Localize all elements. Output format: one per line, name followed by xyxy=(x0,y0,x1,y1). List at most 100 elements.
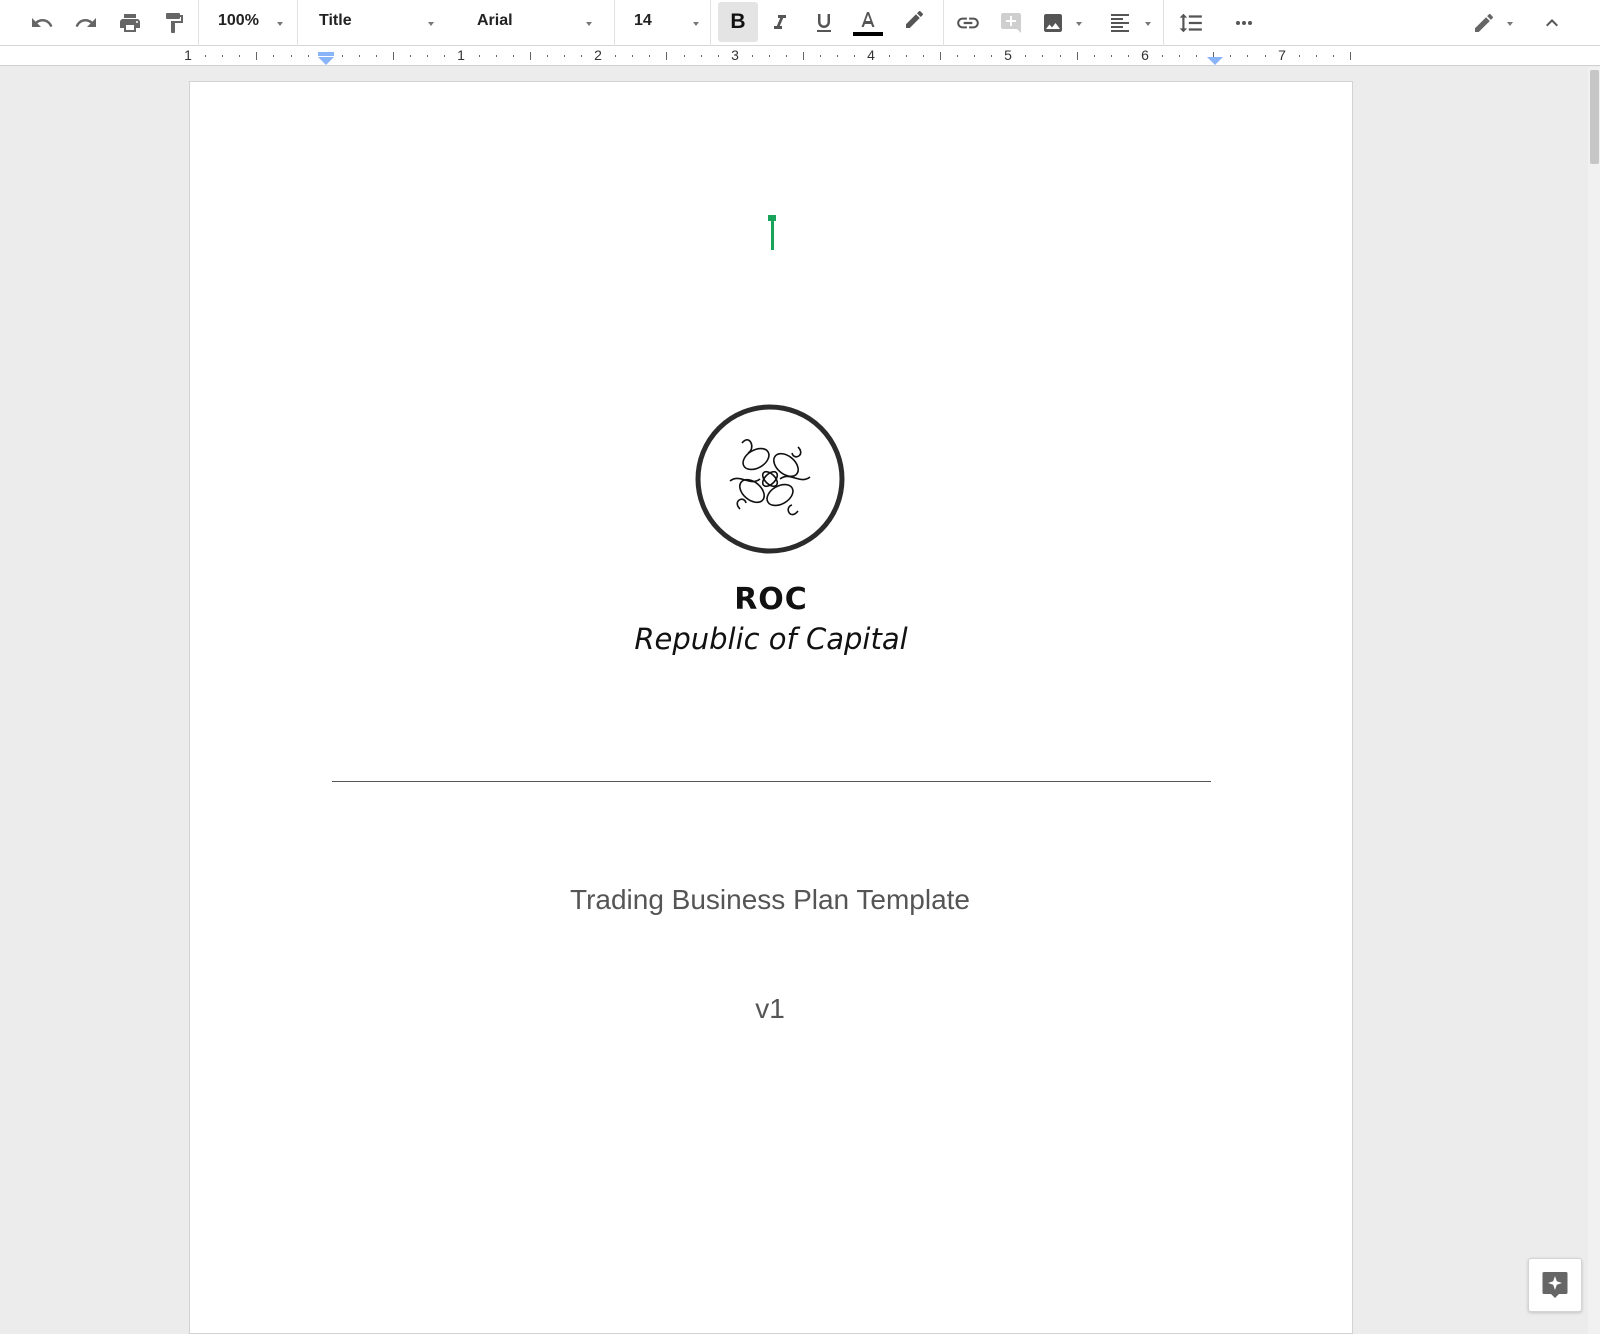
ruler-tick xyxy=(1196,55,1198,57)
insert-image-icon[interactable] xyxy=(1035,0,1071,46)
ruler-tick xyxy=(888,55,890,57)
ruler-tick xyxy=(1059,55,1061,57)
font-select[interactable]: Arial xyxy=(477,0,513,46)
ruler-tick xyxy=(1042,55,1044,57)
link-icon[interactable] xyxy=(950,0,986,46)
ruler-tick xyxy=(478,55,480,57)
ruler-tick xyxy=(512,55,514,57)
explore-icon xyxy=(1542,1272,1568,1298)
first-line-indent-marker[interactable] xyxy=(318,52,334,56)
underline-icon[interactable] xyxy=(806,0,842,46)
toolbar-separator xyxy=(614,0,615,46)
ruler-tick xyxy=(1264,55,1266,57)
ruler-tick xyxy=(1332,55,1334,57)
paint-format-icon[interactable] xyxy=(156,0,192,46)
brand-tagline: Republic of Capital xyxy=(634,622,908,656)
ruler-tick xyxy=(358,55,360,57)
ruler-tick xyxy=(1162,55,1163,57)
ruler-tick xyxy=(1025,55,1027,57)
editing-mode-caret-icon xyxy=(1507,22,1513,26)
ruler-tick xyxy=(341,55,343,57)
ruler-tick xyxy=(495,55,497,57)
highlight-icon[interactable] xyxy=(896,0,932,46)
zoom-select[interactable]: 100% xyxy=(218,0,259,46)
ruler-tick xyxy=(1093,55,1095,57)
toolbar-separator xyxy=(1163,0,1164,46)
chevron-up-icon[interactable] xyxy=(1534,0,1570,46)
ruler-tick xyxy=(410,55,412,57)
right-indent-marker[interactable] xyxy=(1207,57,1223,65)
ruler-tick xyxy=(786,55,788,57)
ruler-tick xyxy=(922,55,924,57)
ruler-tick xyxy=(1076,52,1078,60)
text-color-icon[interactable] xyxy=(850,0,886,46)
document-version[interactable]: v1 xyxy=(670,993,870,1025)
ruler-tick xyxy=(905,55,907,57)
document-page[interactable] xyxy=(189,81,1353,1334)
ruler-tick xyxy=(273,55,275,57)
ruler-tick xyxy=(563,55,565,57)
line-spacing-icon[interactable] xyxy=(1173,0,1209,46)
ruler-label: 7 xyxy=(1278,47,1286,63)
ruler-tick xyxy=(1127,55,1129,57)
vertical-scrollbar[interactable] xyxy=(1588,67,1600,1334)
ruler-tick xyxy=(1298,55,1300,57)
print-icon[interactable] xyxy=(112,0,148,46)
ruler-tick xyxy=(256,52,258,60)
style-caret-icon xyxy=(428,22,434,26)
scrollbar-thumb[interactable] xyxy=(1590,70,1599,164)
roc-logo xyxy=(694,403,846,555)
ruler-tick xyxy=(222,55,224,57)
ruler-tick xyxy=(529,52,531,60)
font-size-caret-icon xyxy=(693,22,699,26)
ruler-tick xyxy=(837,55,839,57)
ruler[interactable]: 1 1 2 3 4 5 6 7 xyxy=(0,46,1600,66)
ruler-tick xyxy=(581,55,582,57)
ruler-tick xyxy=(1230,55,1232,57)
toolbar-separator xyxy=(710,0,711,46)
ruler-label: 4 xyxy=(867,47,875,63)
pencil-icon[interactable] xyxy=(1466,0,1502,46)
ruler-tick xyxy=(290,55,292,57)
ruler-tick xyxy=(991,55,993,57)
undo-icon[interactable] xyxy=(24,0,60,46)
ruler-tick xyxy=(632,55,634,57)
left-indent-marker[interactable] xyxy=(318,57,334,65)
ruler-tick xyxy=(239,55,241,57)
align-left-icon[interactable] xyxy=(1102,0,1138,46)
ruler-tick xyxy=(820,55,822,57)
ruler-label: 2 xyxy=(594,47,602,63)
explore-button[interactable] xyxy=(1528,1258,1582,1312)
ruler-tick xyxy=(427,55,429,57)
ruler-tick xyxy=(939,52,941,60)
ruler-label: 1 xyxy=(457,47,465,63)
ruler-tick xyxy=(393,52,394,60)
ruler-tick xyxy=(974,55,975,57)
ruler-label: 1 xyxy=(184,47,192,63)
font-caret-icon xyxy=(586,22,592,26)
bold-button[interactable]: B xyxy=(718,2,758,42)
redo-icon[interactable] xyxy=(68,0,104,46)
more-icon[interactable] xyxy=(1226,0,1262,46)
add-comment-icon[interactable] xyxy=(993,0,1029,46)
brand-name: ROC xyxy=(734,582,808,617)
ruler-tick xyxy=(700,55,702,57)
ruler-tick xyxy=(717,55,719,57)
ruler-tick xyxy=(956,55,958,57)
ruler-tick xyxy=(444,55,446,57)
ruler-tick xyxy=(769,55,770,57)
zoom-caret-icon xyxy=(277,22,283,26)
ruler-tick xyxy=(1315,55,1317,57)
ruler-tick xyxy=(803,52,805,60)
ruler-tick xyxy=(854,55,856,57)
ruler-tick xyxy=(1247,55,1249,57)
italic-icon[interactable] xyxy=(762,0,798,46)
ruler-tick xyxy=(666,52,668,60)
ruler-tick xyxy=(376,55,377,57)
ruler-tick xyxy=(546,55,548,57)
align-caret-icon xyxy=(1145,22,1151,26)
font-size-select[interactable]: 14 xyxy=(634,0,652,46)
document-title[interactable]: Trading Business Plan Template xyxy=(420,884,1120,916)
paragraph-style-select[interactable]: Title xyxy=(319,0,352,46)
ruler-tick xyxy=(1179,55,1181,57)
